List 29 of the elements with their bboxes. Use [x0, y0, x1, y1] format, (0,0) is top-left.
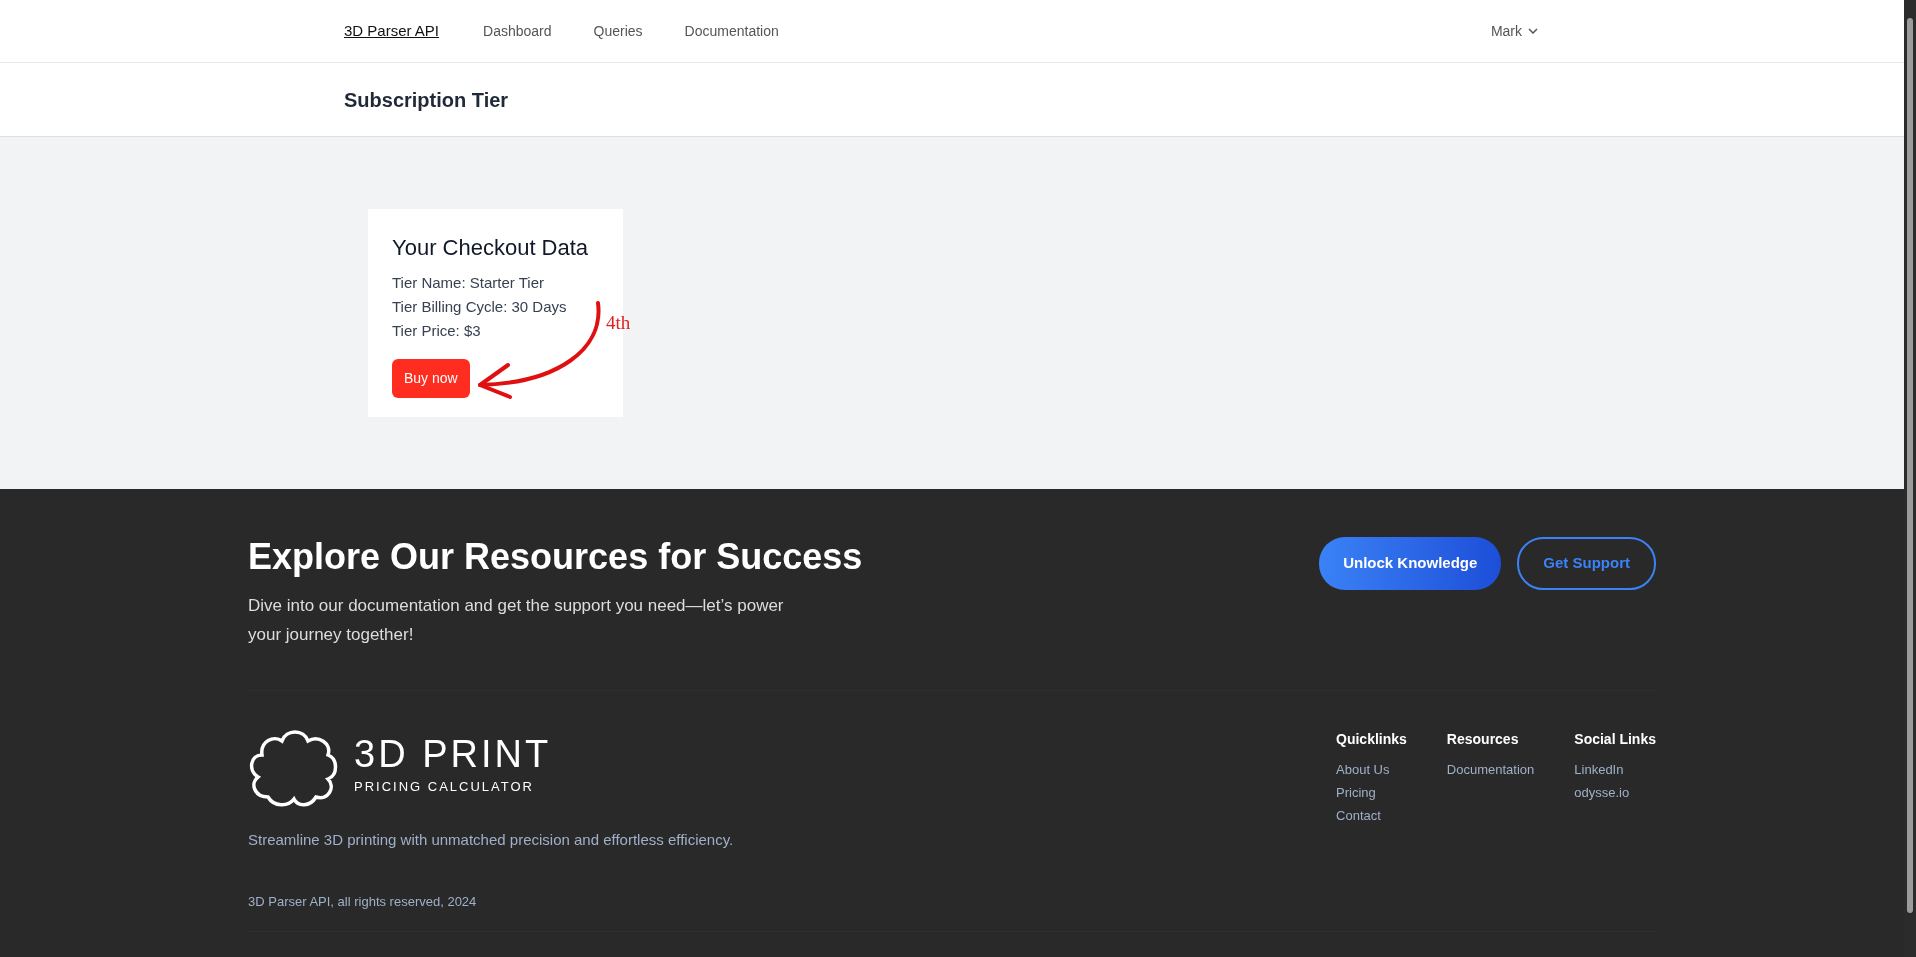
column-heading: Social Links [1574, 730, 1656, 750]
brand-link[interactable]: 3D Parser API [344, 19, 440, 43]
page-title: Subscription Tier [344, 87, 509, 112]
unlock-button[interactable]: Unlock Knowledge [1319, 537, 1502, 590]
detail-text: Tier Name: Starter Tier [392, 273, 545, 294]
footer-link[interactable]: Pricing [1336, 781, 1407, 805]
detail-text: Tier Price: $3 [392, 321, 482, 342]
logo-subtitle: PRICING CALCULATOR [354, 778, 535, 797]
detail-text: Tier Billing Cycle: 30 Days [392, 297, 568, 318]
copyright-text: 3D Parser API, all rights reserved, 2024 [248, 892, 478, 911]
footer-link[interactable]: odysse.io [1574, 781, 1656, 805]
footer-link[interactable]: Documentation [1446, 758, 1535, 782]
logo-title: 3D PRINT [354, 735, 552, 774]
buy-now-button[interactable]: Buy now [392, 359, 470, 399]
tagline: Streamline 3D printing with unmatched precision and effortless efficiency. [248, 830, 734, 851]
user-menu-button[interactable]: Mark [1484, 19, 1544, 43]
annotation-text: 4th [606, 311, 631, 335]
footer-link[interactable]: Contact [1336, 804, 1407, 828]
footer-heading: Explore Our Resources for Success [248, 537, 863, 577]
footer-text: Dive into our documentation and get the support you need—let’s power your journey together! [248, 594, 785, 647]
card-title: Your Checkout Data [392, 235, 590, 262]
nav-link[interactable]: Dashboard [483, 20, 552, 42]
support-button[interactable]: Get Support [1517, 537, 1656, 590]
nav-link[interactable]: Documentation [684, 20, 779, 42]
nav-link[interactable]: Queries [593, 20, 643, 42]
column-heading: Quicklinks [1336, 730, 1407, 750]
footer-link[interactable]: LinkedIn [1574, 758, 1656, 782]
footer-link[interactable]: About Us [1336, 758, 1407, 782]
column-heading: Resources [1446, 730, 1520, 750]
